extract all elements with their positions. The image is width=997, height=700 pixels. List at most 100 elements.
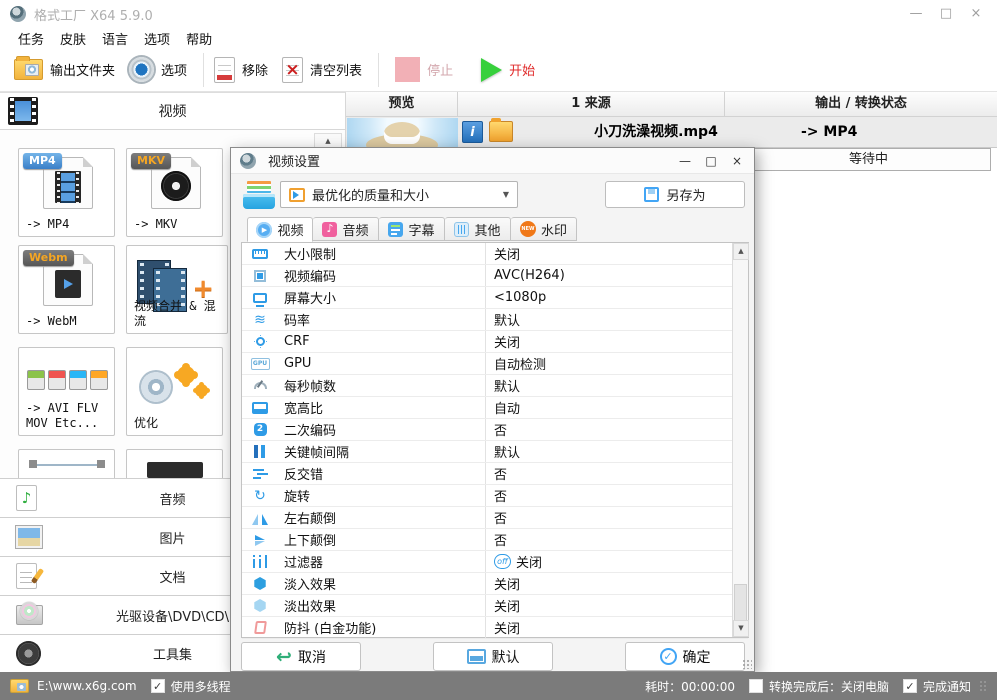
setting-row-aspect-ratio[interactable]: 宽高比 自动 bbox=[242, 397, 748, 419]
waves-icon: ≋ bbox=[254, 311, 266, 328]
setting-row-crf[interactable]: CRF 关闭 bbox=[242, 331, 748, 353]
tile-avi-flv-mov[interactable]: -> AVI FLV MOV Etc... bbox=[18, 347, 115, 436]
save-as-button[interactable]: 另存为 bbox=[605, 181, 745, 208]
resize-grip[interactable] bbox=[742, 659, 752, 669]
maximize-icon[interactable]: □ bbox=[931, 3, 961, 25]
setting-row-fade-out[interactable]: 淡出效果 关闭 bbox=[242, 595, 748, 617]
menu-language[interactable]: 语言 bbox=[102, 29, 128, 48]
setting-row-video-codec[interactable]: 视频编码 AVC(H264) bbox=[242, 265, 748, 287]
dialog-close-icon[interactable]: × bbox=[724, 151, 750, 171]
fade-in-hexagon-icon bbox=[254, 577, 266, 590]
tile-partial-crop[interactable] bbox=[18, 449, 115, 478]
picture-icon bbox=[16, 526, 42, 548]
ruler-icon bbox=[252, 248, 268, 259]
dialog-maximize-icon[interactable]: □ bbox=[698, 151, 724, 171]
setting-row-stabilize[interactable]: 防抖 (白金功能) 关闭 bbox=[242, 617, 748, 639]
dialog-minimize-icon[interactable]: — bbox=[672, 151, 698, 171]
column-header-output[interactable]: 输出 / 转换状态 bbox=[725, 92, 997, 117]
stabilize-frame-icon bbox=[253, 621, 267, 634]
stop-button[interactable]: 停止 bbox=[395, 57, 453, 82]
setting-row-screen-size[interactable]: 屏幕大小 <1080p bbox=[242, 287, 748, 309]
tab-subtitle[interactable]: 字幕 bbox=[379, 217, 445, 241]
tab-video[interactable]: ▶ 视频 bbox=[247, 217, 313, 242]
menu-skin[interactable]: 皮肤 bbox=[60, 29, 86, 48]
video-category-header[interactable]: 视频 bbox=[0, 92, 346, 130]
video-clip-icon bbox=[147, 462, 203, 478]
setting-row-fade-in[interactable]: 淡入效果 关闭 bbox=[242, 573, 748, 595]
tile-mkv[interactable]: MKV -> MKV bbox=[126, 148, 223, 237]
two-pass-icon: 2 bbox=[253, 423, 267, 436]
output-format: -> MP4 bbox=[801, 124, 858, 140]
scrollbar[interactable]: ▲ ▼ bbox=[732, 243, 749, 637]
shutdown-after-checkbox[interactable] bbox=[748, 679, 763, 693]
ok-button[interactable]: ✓ 确定 bbox=[625, 642, 745, 671]
setting-row-rotate[interactable]: ↻ 旋转 否 bbox=[242, 485, 748, 507]
sliders-icon bbox=[454, 221, 470, 237]
output-path[interactable]: E:\www.x6g.com bbox=[37, 679, 137, 693]
setting-row-filter[interactable]: 过滤器 off 关闭 bbox=[242, 551, 748, 573]
flip-horizontal-icon bbox=[252, 512, 268, 524]
close-icon[interactable]: × bbox=[961, 3, 991, 25]
mp4-badge: MP4 bbox=[23, 153, 62, 169]
tab-watermark[interactable]: NEW 水印 bbox=[511, 217, 577, 241]
preset-dropdown[interactable]: 最优化的质量和大小 ▼ bbox=[280, 181, 518, 208]
dialog-title-bar[interactable]: 视频设置 — □ × bbox=[231, 148, 754, 174]
cancel-button[interactable]: ↩ 取消 bbox=[241, 642, 361, 671]
audio-note-icon: ♪ bbox=[16, 485, 37, 511]
tile-optimize[interactable]: 优化 bbox=[126, 347, 223, 436]
tile-video-merge[interactable]: + 视频合并 & 混流 bbox=[126, 245, 228, 334]
scroll-thumb[interactable] bbox=[734, 584, 747, 621]
chevron-up-icon: ▲ bbox=[325, 137, 331, 145]
format-factory-window: 格式工厂 X64 5.9.0 — □ × 任务 皮肤 语言 选项 帮助 输出文件… bbox=[0, 0, 997, 700]
clear-list-button[interactable]: × 清空列表 bbox=[282, 56, 362, 83]
tile-webm[interactable]: Webm -> WebM bbox=[18, 245, 115, 334]
remove-button[interactable]: 移除 bbox=[214, 56, 268, 83]
setting-row-gpu[interactable]: GPU GPU 自动检测 bbox=[242, 353, 748, 375]
settings-list: 大小限制 关闭 视频编码 AVC(H264) 屏幕大小 <1080p ≋ 码率 … bbox=[241, 242, 749, 639]
tab-audio[interactable]: ♪ 音频 bbox=[313, 217, 379, 241]
preview-thumbnail[interactable] bbox=[347, 118, 458, 147]
tile-partial-video[interactable] bbox=[126, 449, 223, 478]
menu-options[interactable]: 选项 bbox=[144, 29, 170, 48]
column-header-preview[interactable]: 预览 bbox=[346, 92, 458, 117]
setting-row-deinterlace[interactable]: 反交错 否 bbox=[242, 463, 748, 485]
remove-icon bbox=[214, 56, 236, 83]
multithread-label: 使用多线程 bbox=[170, 679, 231, 694]
new-badge-icon: NEW bbox=[519, 221, 536, 237]
scroll-down-icon[interactable]: ▼ bbox=[733, 620, 749, 637]
minimize-icon[interactable]: — bbox=[901, 3, 931, 25]
menu-help[interactable]: 帮助 bbox=[186, 29, 212, 48]
setting-row-flip-horizontal[interactable]: 左右颠倒 否 bbox=[242, 507, 748, 529]
output-folder-button[interactable]: 输出文件夹 bbox=[14, 56, 115, 80]
statusbar-grip bbox=[979, 680, 987, 692]
chip-icon bbox=[254, 269, 266, 282]
task-row[interactable]: i 小刀洗澡视频.mp4 -> MP4 bbox=[346, 117, 997, 148]
setting-row-bitrate[interactable]: ≋ 码率 默认 bbox=[242, 309, 748, 331]
start-button[interactable]: 开始 bbox=[481, 57, 535, 82]
setting-row-flip-vertical[interactable]: 上下颠倒 否 bbox=[242, 529, 748, 551]
deinterlace-icon bbox=[252, 467, 268, 480]
column-header-source[interactable]: 1 来源 bbox=[458, 92, 725, 117]
scroll-up-icon[interactable]: ▲ bbox=[733, 243, 749, 260]
monitor-icon bbox=[253, 292, 267, 303]
notify-checkbox[interactable]: ✓ bbox=[902, 679, 917, 693]
info-icon[interactable]: i bbox=[462, 121, 483, 143]
menu-bar: 任务 皮肤 语言 选项 帮助 bbox=[0, 28, 997, 48]
setting-row-keyframe-interval[interactable]: 关键帧间隔 默认 bbox=[242, 441, 748, 463]
default-button[interactable]: 默认 bbox=[433, 642, 553, 671]
tab-other[interactable]: 其他 bbox=[445, 217, 511, 241]
tile-mp4[interactable]: MP4 -> MP4 bbox=[18, 148, 115, 237]
preset-value: 最优化的质量和大小 bbox=[312, 189, 430, 204]
notify-label: 完成通知 bbox=[922, 679, 971, 694]
output-folder-icon bbox=[14, 56, 43, 80]
options-button[interactable]: 选项 bbox=[129, 57, 187, 82]
setting-row-size-limit[interactable]: 大小限制 关闭 bbox=[242, 243, 748, 265]
filter-sliders-icon bbox=[253, 555, 267, 568]
setting-row-two-pass[interactable]: 2 二次编码 否 bbox=[242, 419, 748, 441]
video-category-label: 视频 bbox=[158, 104, 187, 120]
menu-task[interactable]: 任务 bbox=[18, 29, 44, 48]
multithread-checkbox[interactable]: ✓ bbox=[150, 679, 165, 693]
setting-row-fps[interactable]: 每秒帧数 默认 bbox=[242, 375, 748, 397]
gear-icon bbox=[129, 57, 155, 82]
open-folder-icon[interactable] bbox=[489, 118, 513, 142]
